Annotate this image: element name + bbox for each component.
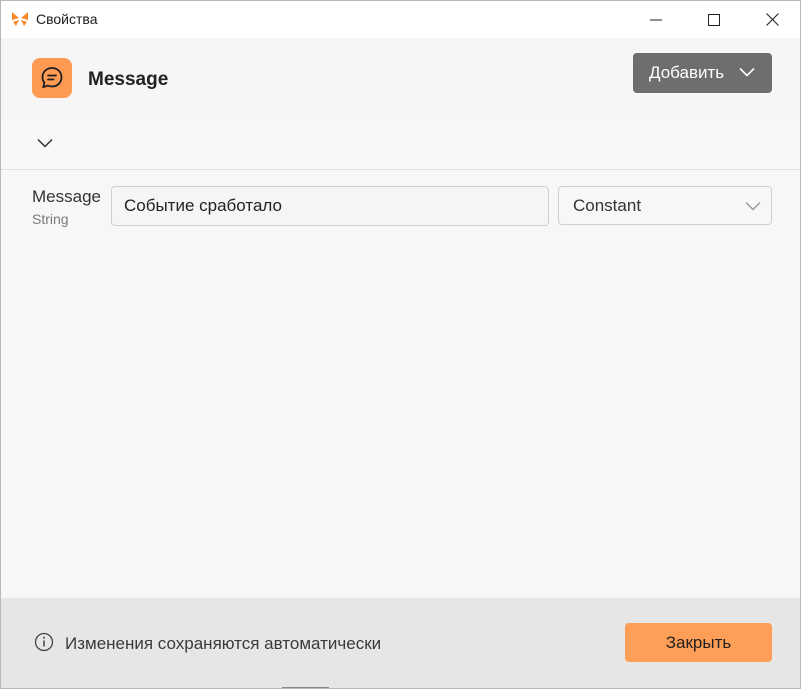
property-value-input[interactable] [111,186,549,226]
properties-window: Свойства Message Добавить Message String… [0,0,801,689]
property-name: Message [32,187,101,206]
node-title: Message [88,69,169,90]
window-close-button[interactable] [743,1,800,38]
maximize-button[interactable] [685,1,743,38]
value-mode-select[interactable]: Constant [558,186,772,225]
add-button-label: Добавить [649,63,725,82]
butterfly-logo-icon [12,12,28,26]
section-collapse-row [1,120,800,170]
maximize-icon [708,13,720,26]
message-bubble-icon [32,58,72,98]
minimize-button[interactable] [627,1,685,38]
close-icon [765,13,779,26]
minimize-icon [650,19,662,20]
add-dropdown-button[interactable]: Добавить [633,53,772,93]
value-mode-label: Constant [573,195,642,215]
close-button-label: Закрыть [665,632,732,652]
footer-bar: Изменения сохраняются автоматически Закр… [1,598,800,688]
property-type: String [32,211,69,227]
autosave-info-text: Изменения сохраняются автоматически [65,634,382,653]
chevron-down-icon [745,202,761,211]
info-icon [34,632,54,652]
window-title: Свойства [36,11,98,27]
chevron-down-icon[interactable] [36,137,54,149]
node-header: Message Добавить [1,38,800,120]
title-bar: Свойства [1,1,800,38]
chevron-down-icon [739,67,755,77]
close-button[interactable]: Закрыть [625,623,772,662]
